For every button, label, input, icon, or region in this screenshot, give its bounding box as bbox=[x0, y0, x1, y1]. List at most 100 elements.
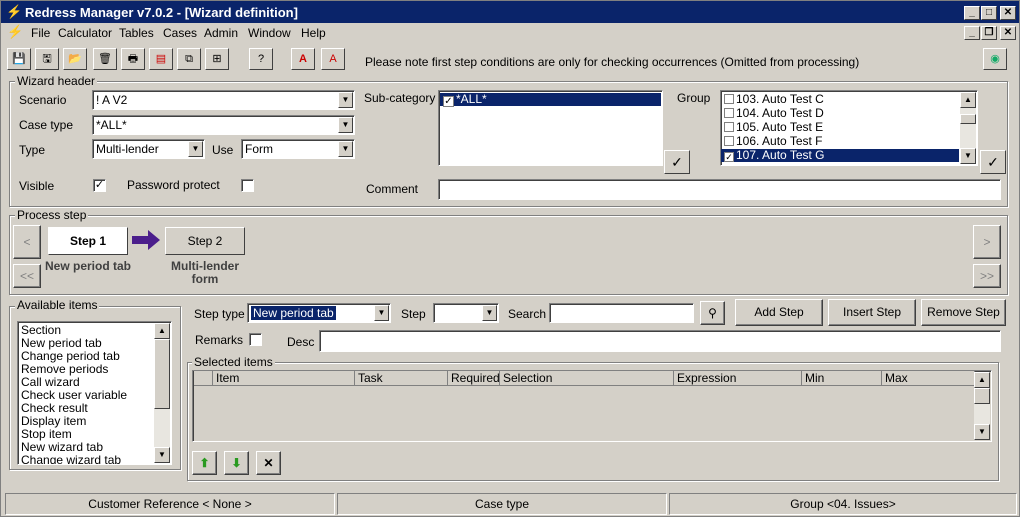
menu-tables[interactable]: Tables bbox=[119, 26, 154, 40]
font-decrease-icon[interactable]: A bbox=[321, 48, 345, 70]
column-header-required[interactable]: Required bbox=[448, 371, 500, 386]
subcategory-confirm-button[interactable]: ✓ bbox=[664, 150, 690, 174]
group-item-text: 104. Auto Test D bbox=[736, 106, 824, 120]
binoculars-icon[interactable]: ⚲ bbox=[700, 301, 725, 325]
list-item[interactable]: ✓ *ALL* bbox=[440, 93, 661, 107]
add-step-button[interactable]: Add Step bbox=[735, 299, 823, 326]
globe-icon[interactable]: ◉ bbox=[983, 48, 1007, 70]
step-type-combo[interactable]: New period tab ▼ bbox=[247, 303, 391, 323]
font-increase-icon[interactable]: A bbox=[291, 48, 315, 70]
last-step-button[interactable]: >> bbox=[973, 264, 1001, 288]
chevron-down-icon[interactable]: ▼ bbox=[188, 141, 203, 157]
group-item-text: 106. Auto Test F bbox=[736, 134, 823, 148]
scroll-thumb[interactable] bbox=[974, 388, 990, 404]
scroll-up-icon[interactable]: ▲ bbox=[960, 92, 976, 108]
scroll-down-icon[interactable]: ▼ bbox=[974, 424, 990, 440]
open-folder-icon[interactable]: 📂 bbox=[63, 48, 87, 70]
available-items-list[interactable]: Section New period tab Change period tab… bbox=[17, 321, 172, 465]
remove-item-button[interactable]: ✕ bbox=[256, 451, 281, 475]
available-items-scrollbar[interactable]: ▲ ▼ bbox=[154, 323, 170, 463]
menu-file[interactable]: File bbox=[31, 26, 50, 40]
copy-icon[interactable]: ⧉ bbox=[177, 48, 201, 70]
password-protect-checkbox[interactable] bbox=[241, 179, 254, 192]
chevron-down-icon[interactable]: ▼ bbox=[482, 305, 497, 321]
list-item[interactable]: 105. Auto Test E bbox=[721, 121, 977, 134]
move-up-button[interactable]: ⬆ bbox=[192, 451, 217, 475]
group-checkbox[interactable] bbox=[724, 108, 734, 118]
title-bar[interactable]: ⚡ Redress Manager v7.0.2 - [Wizard defin… bbox=[1, 1, 1019, 23]
column-header-task[interactable]: Task bbox=[355, 371, 448, 386]
help-pointer-icon[interactable]: ? bbox=[249, 48, 273, 70]
chevron-down-icon[interactable]: ▼ bbox=[374, 305, 389, 321]
prev-step-button[interactable]: < bbox=[13, 225, 41, 259]
column-header-expression[interactable]: Expression bbox=[674, 371, 802, 386]
print-icon[interactable]: 🖶 bbox=[121, 48, 145, 70]
child-minimize-button[interactable]: _ bbox=[964, 26, 980, 40]
column-header-item[interactable]: Item bbox=[213, 371, 355, 386]
menu-admin[interactable]: Admin bbox=[204, 26, 238, 40]
menu-window[interactable]: Window bbox=[248, 26, 291, 40]
menu-cases[interactable]: Cases bbox=[163, 26, 197, 40]
column-header-max[interactable]: Max bbox=[882, 371, 975, 386]
desc-input[interactable] bbox=[319, 330, 1001, 352]
scroll-up-icon[interactable]: ▲ bbox=[974, 372, 990, 388]
type-combo[interactable]: Multi-lender ▼ bbox=[92, 139, 205, 159]
menu-calculator[interactable]: Calculator bbox=[58, 26, 112, 40]
group-checkbox[interactable] bbox=[724, 94, 734, 104]
use-combo[interactable]: Form ▼ bbox=[241, 139, 355, 159]
save-icon[interactable]: 💾 bbox=[7, 48, 31, 70]
group-checkbox[interactable]: ✓ bbox=[724, 152, 734, 162]
visible-label: Visible bbox=[19, 179, 55, 193]
chevron-down-icon[interactable]: ▼ bbox=[338, 92, 353, 108]
chevron-down-icon[interactable]: ▼ bbox=[338, 117, 353, 133]
group-checkbox[interactable] bbox=[724, 136, 734, 146]
group-scrollbar[interactable]: ▲ ▼ bbox=[960, 92, 976, 164]
child-close-button[interactable]: ✕ bbox=[1000, 26, 1016, 40]
group-checkbox[interactable] bbox=[724, 122, 734, 132]
scroll-down-icon[interactable]: ▼ bbox=[960, 148, 976, 164]
scroll-thumb[interactable] bbox=[960, 114, 976, 124]
child-restore-button[interactable]: ❐ bbox=[981, 26, 997, 40]
case-type-combo[interactable]: *ALL* ▼ bbox=[92, 115, 355, 135]
paste-icon[interactable]: ⊞ bbox=[205, 48, 229, 70]
column-header-selection[interactable]: Selection bbox=[500, 371, 674, 386]
pdf-icon[interactable]: ▤ bbox=[149, 48, 173, 70]
comment-input[interactable] bbox=[438, 179, 1001, 200]
type-label: Type bbox=[19, 143, 46, 157]
selected-items-table[interactable]: Item Task Required Selection Expression … bbox=[192, 370, 992, 442]
chevron-down-icon[interactable]: ▼ bbox=[338, 141, 353, 157]
scroll-up-icon[interactable]: ▲ bbox=[154, 323, 170, 339]
column-header[interactable] bbox=[194, 371, 213, 386]
list-item[interactable]: Change wizard tab bbox=[18, 454, 171, 465]
insert-step-button[interactable]: Insert Step bbox=[828, 299, 916, 326]
list-item[interactable]: ✓ 107. Auto Test G bbox=[721, 149, 959, 162]
list-item[interactable]: 104. Auto Test D bbox=[721, 107, 977, 120]
group-list[interactable]: 103. Auto Test C 104. Auto Test D 105. A… bbox=[720, 90, 978, 166]
minimize-button[interactable]: _ bbox=[964, 6, 980, 20]
list-item[interactable]: 103. Auto Test C bbox=[721, 93, 977, 106]
column-header-min[interactable]: Min bbox=[802, 371, 882, 386]
scroll-thumb[interactable] bbox=[154, 339, 170, 409]
remove-step-button[interactable]: Remove Step bbox=[921, 299, 1006, 326]
next-step-button[interactable]: > bbox=[973, 225, 1001, 259]
save-as-icon[interactable]: 🖫 bbox=[35, 48, 59, 70]
subcategory-checkbox[interactable]: ✓ bbox=[443, 96, 454, 107]
step-combo[interactable]: ▼ bbox=[433, 303, 499, 323]
scroll-down-icon[interactable]: ▼ bbox=[154, 447, 170, 463]
list-item[interactable]: 106. Auto Test F bbox=[721, 135, 977, 148]
menu-help[interactable]: Help bbox=[301, 26, 326, 40]
close-button[interactable]: ✕ bbox=[1000, 6, 1016, 20]
selected-items-scrollbar[interactable]: ▲ ▼ bbox=[974, 372, 990, 440]
group-confirm-button[interactable]: ✓ bbox=[980, 150, 1006, 174]
step-2-button[interactable]: Step 2 bbox=[165, 227, 245, 255]
move-down-button[interactable]: ⬇ bbox=[224, 451, 249, 475]
visible-checkbox[interactable]: ✓ bbox=[93, 179, 106, 192]
remarks-checkbox[interactable] bbox=[249, 333, 262, 346]
search-input[interactable] bbox=[549, 303, 694, 323]
scenario-combo[interactable]: ! A V2 ▼ bbox=[92, 90, 355, 110]
subcategory-list[interactable]: ✓ *ALL* bbox=[438, 90, 663, 166]
first-step-button[interactable]: << bbox=[13, 264, 41, 288]
step-1-button[interactable]: Step 1 bbox=[48, 227, 128, 255]
maximize-button[interactable]: □ bbox=[981, 6, 997, 20]
delete-icon[interactable]: 🗑 bbox=[93, 48, 117, 70]
